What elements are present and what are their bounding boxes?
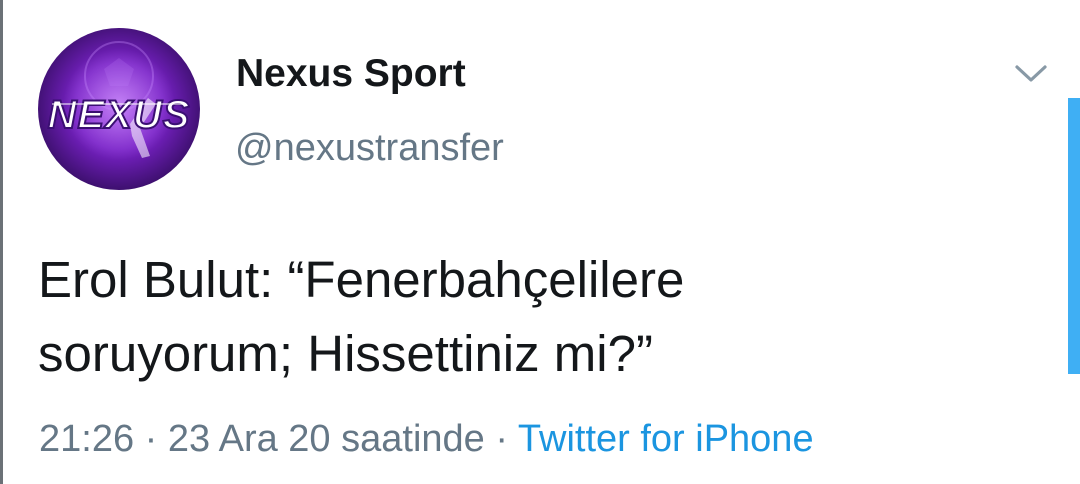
meta-separator: · <box>144 418 158 460</box>
user-handle[interactable]: @nexustransfer <box>235 127 504 170</box>
left-border <box>0 0 3 484</box>
tweet-date[interactable]: 23 Ara 20 saatinde <box>168 418 485 460</box>
tweet-time[interactable]: 21:26 <box>39 418 134 460</box>
tweet-meta: 21:26 · 23 Ara 20 saatinde · Twitter for… <box>39 418 814 461</box>
chevron-down-icon <box>1015 65 1047 82</box>
tweet-text-line: Erol Bulut: “Fenerbahçelilere <box>38 251 685 308</box>
avatar[interactable]: NEXUS <box>38 28 200 190</box>
tweet-text: Erol Bulut: “Fenerbahçelilere soruyorum;… <box>38 243 1038 391</box>
tweet-card: NEXUS Nexus Sport @nexustransfer Erol Bu… <box>0 0 1080 484</box>
svg-text:NEXUS: NEXUS <box>48 93 191 137</box>
tweet-source-link[interactable]: Twitter for iPhone <box>518 418 814 460</box>
tweet-text-line: soruyorum; Hissettiniz mi?” <box>38 325 653 382</box>
scrollbar-thumb[interactable] <box>1068 98 1080 374</box>
tweet-menu-button[interactable] <box>1012 58 1050 88</box>
nexus-logo-icon: NEXUS <box>38 28 200 190</box>
display-name[interactable]: Nexus Sport <box>236 52 466 96</box>
meta-separator: · <box>495 418 509 460</box>
